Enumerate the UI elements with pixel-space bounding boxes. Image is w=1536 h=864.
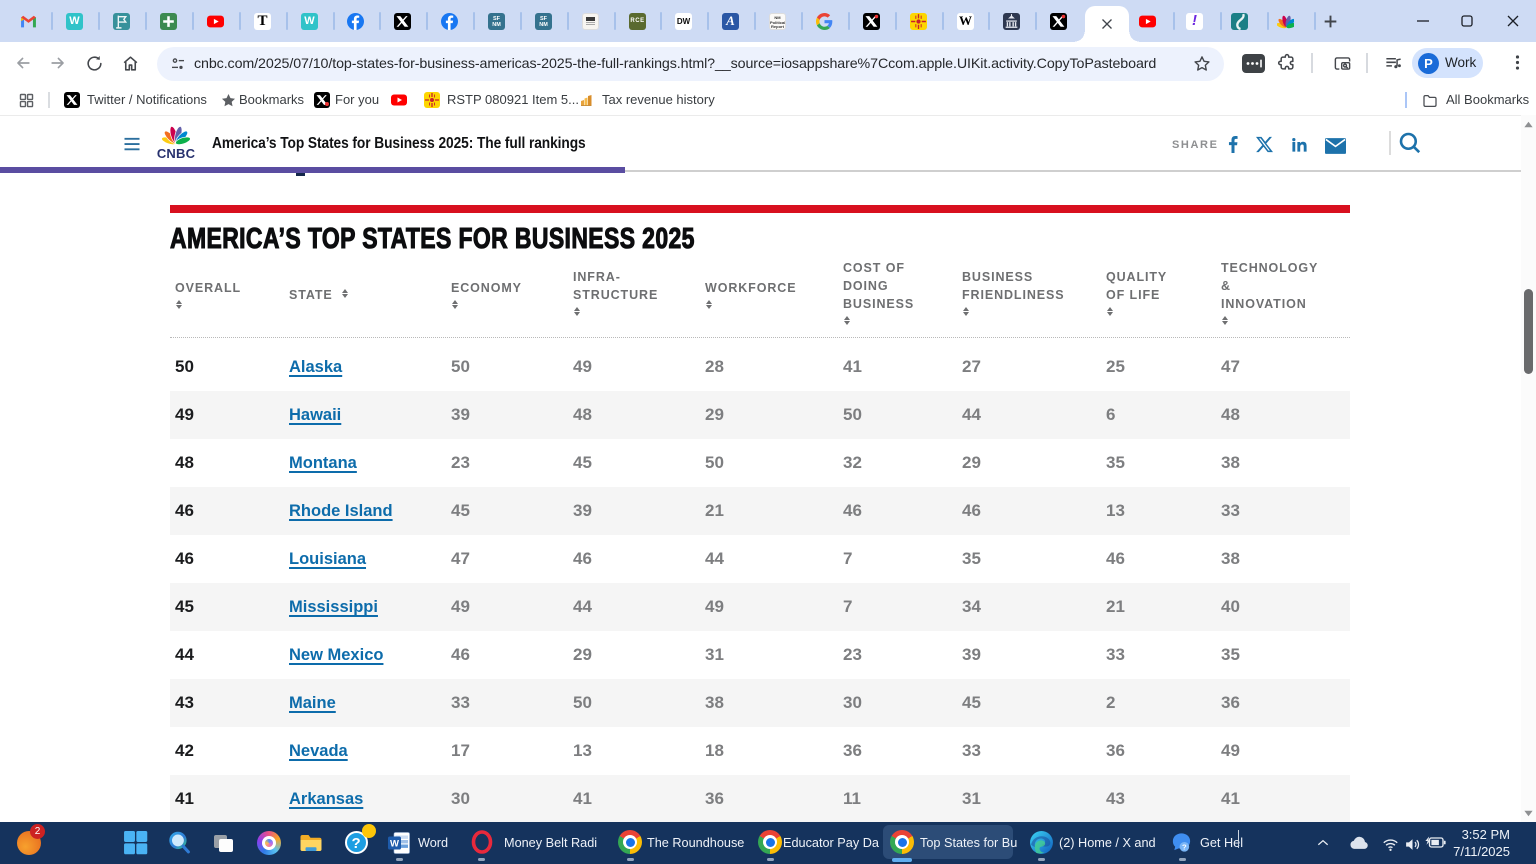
svg-text:?: ? — [1182, 843, 1187, 852]
svg-text:W: W — [390, 838, 399, 849]
